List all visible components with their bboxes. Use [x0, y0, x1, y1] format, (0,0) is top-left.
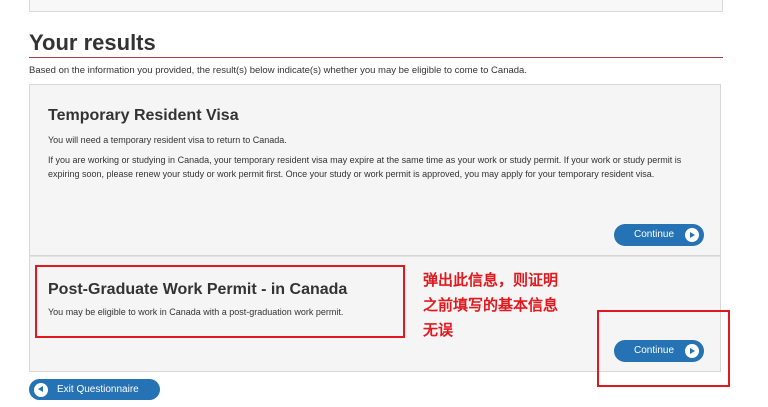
- result-heading: Temporary Resident Visa: [48, 107, 239, 124]
- exit-questionnaire-button[interactable]: Exit Questionnaire: [29, 379, 160, 400]
- annotation-highlight-box-continue: [597, 310, 730, 387]
- results-intro: Based on the information you provided, t…: [29, 65, 527, 76]
- page-title: Your results: [29, 30, 156, 55]
- result-description: You will need a temporary resident visa …: [48, 135, 287, 145]
- exit-button-label: Exit Questionnaire: [57, 384, 139, 395]
- continue-button-temporary-resident-visa[interactable]: Continue: [614, 224, 704, 246]
- annotation-note: 弹出此信息，则证明 之前填写的基本信息 无误: [423, 268, 558, 343]
- previous-panel-edge: [29, 0, 723, 12]
- back-circle-icon: [34, 382, 48, 397]
- title-divider: [29, 57, 723, 58]
- play-circle-icon: [685, 228, 699, 242]
- annotation-line: 之前填写的基本信息: [423, 296, 559, 314]
- annotation-line: 弹出此信息，则证明: [423, 271, 559, 289]
- continue-button-label: Continue: [634, 229, 675, 240]
- previous-panel: [0, 0, 768, 13]
- result-details: If you are working or studying in Canada…: [48, 155, 682, 179]
- annotation-line: 无误: [423, 321, 454, 339]
- result-card-temporary-resident-visa: Temporary Resident Visa You will need a …: [29, 84, 721, 256]
- annotation-highlight-box-heading: [35, 265, 405, 338]
